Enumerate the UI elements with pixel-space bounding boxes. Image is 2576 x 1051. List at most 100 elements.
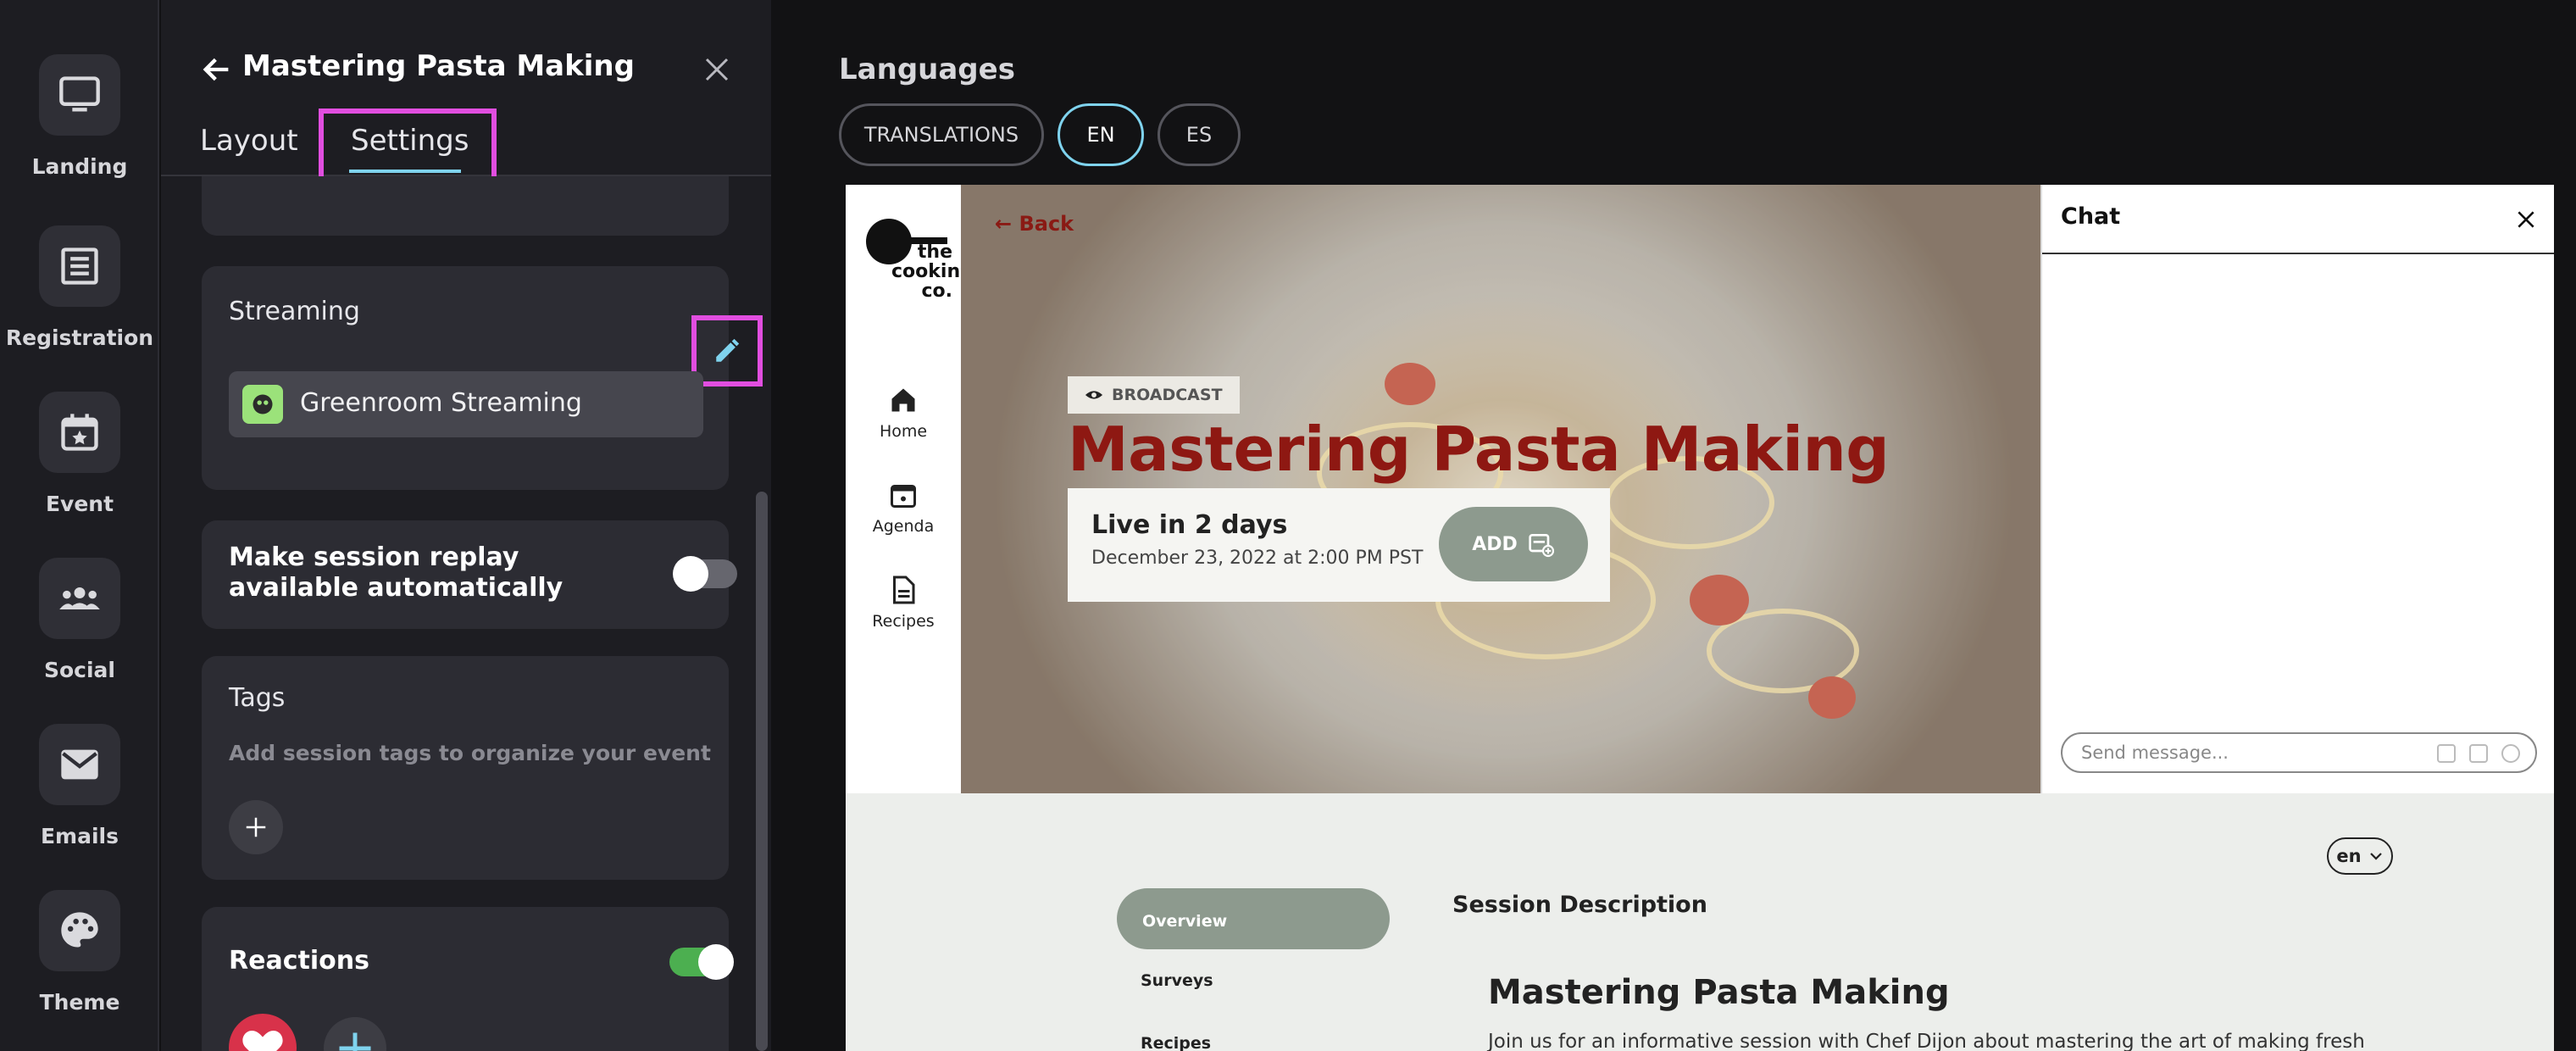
reactions-card: Reactions xyxy=(202,907,734,1051)
session-title: Mastering Pasta Making xyxy=(1068,414,1890,485)
language-select-value: en xyxy=(2336,846,2362,866)
event-page-preview: the cooking co. Home Agenda Recipes ← Ba… xyxy=(846,185,2554,1051)
nav-recipes-label: Recipes xyxy=(872,612,935,631)
back-link[interactable]: ← Back xyxy=(995,212,1074,236)
gif-icon[interactable] xyxy=(2469,744,2488,763)
language-pill-es[interactable]: ES xyxy=(1158,103,1241,166)
calendar-icon xyxy=(891,485,916,508)
add-label: ADD xyxy=(1472,533,1518,555)
rail-button-event[interactable] xyxy=(39,392,120,473)
language-pill-en[interactable]: EN xyxy=(1058,103,1144,166)
nav-home[interactable]: Home xyxy=(846,385,961,441)
toggle-knob xyxy=(673,556,708,592)
chat-panel: Chat Send message... xyxy=(2040,185,2554,793)
session-hero: ← Back BROADCAST Mastering Pasta Making … xyxy=(961,185,2040,793)
nav-agenda-label: Agenda xyxy=(872,517,935,536)
add-reaction-button[interactable] xyxy=(324,1017,386,1051)
toggle-knob xyxy=(698,944,734,980)
rail-item-landing[interactable]: Landing xyxy=(0,54,159,179)
streaming-card: Streaming Greenroom Streaming xyxy=(202,266,763,490)
rail-item-event[interactable]: Event xyxy=(0,392,159,516)
rail-button-emails[interactable] xyxy=(39,724,120,805)
tags-title: Tags xyxy=(229,683,286,713)
live-countdown: Live in 2 days xyxy=(1091,510,1288,540)
add-to-calendar-button[interactable]: ADD xyxy=(1439,507,1588,581)
close-icon[interactable] xyxy=(2515,209,2537,231)
chat-input-icons xyxy=(2437,744,2520,763)
panel-title: Mastering Pasta Making xyxy=(242,49,635,83)
nav-agenda[interactable]: Agenda xyxy=(846,480,961,536)
side-menu-recipes[interactable]: Recipes xyxy=(1141,1034,1211,1051)
rail-button-social[interactable] xyxy=(39,558,120,639)
tags-help-text: Add session tags to organize your event xyxy=(229,741,711,765)
rail-button-landing[interactable] xyxy=(39,54,120,136)
home-icon xyxy=(891,388,915,412)
rail-label-theme: Theme xyxy=(39,990,120,1015)
tab-layout[interactable]: Layout xyxy=(200,124,298,158)
mail-icon xyxy=(61,749,98,780)
session-description-text: Join us for an informative session with … xyxy=(1488,1031,2365,1051)
tags-card: Tags Add session tags to organize your e… xyxy=(202,656,729,880)
form-icon xyxy=(61,247,98,285)
session-settings-panel: Mastering Pasta Making Layout Settings S… xyxy=(161,0,771,1051)
nav-recipes[interactable]: Recipes xyxy=(846,575,961,631)
rail-item-social[interactable]: Social xyxy=(0,558,159,682)
rail-item-emails[interactable]: Emails xyxy=(0,724,159,848)
panel-scrollbar[interactable] xyxy=(756,492,768,1051)
cooking-co-logo: the cooking co. xyxy=(866,219,974,307)
streaming-provider[interactable]: Greenroom Streaming xyxy=(229,371,703,437)
previous-card-edge xyxy=(202,176,729,236)
languages-title: Languages xyxy=(839,53,1015,86)
rail-label-emails: Emails xyxy=(40,824,119,848)
plus-icon xyxy=(246,817,266,837)
rail-button-registration[interactable] xyxy=(39,225,120,307)
translations-button[interactable]: TRANSLATIONS xyxy=(839,103,1044,166)
broadcast-label: BROADCAST xyxy=(1112,386,1223,404)
people-icon xyxy=(59,587,100,609)
greenroom-logo-icon xyxy=(242,385,283,424)
app-sidebar: Landing Registration Event Social Emails… xyxy=(0,0,159,1051)
streaming-provider-name: Greenroom Streaming xyxy=(300,388,582,418)
reactions-toggle[interactable] xyxy=(669,944,734,980)
rail-label-social: Social xyxy=(43,658,115,682)
calendar-star-icon xyxy=(61,414,98,451)
session-date: December 23, 2022 at 2:00 PM PST xyxy=(1091,548,1424,569)
live-info-box: Live in 2 days December 23, 2022 at 2:00… xyxy=(1068,488,1610,602)
eye-icon xyxy=(1085,391,1103,399)
replay-card: Make session replay available automatica… xyxy=(202,520,737,629)
broadcast-badge: BROADCAST xyxy=(1068,376,1240,414)
streaming-title: Streaming xyxy=(229,297,360,326)
chevron-down-icon xyxy=(2369,853,2382,860)
calendar-add-icon xyxy=(1529,534,1554,558)
rail-label-landing: Landing xyxy=(31,154,128,179)
heart-reaction-icon[interactable] xyxy=(229,1014,297,1051)
nav-home-label: Home xyxy=(879,422,928,441)
close-icon[interactable] xyxy=(702,54,732,85)
plus-icon xyxy=(339,1032,371,1051)
replay-label: Make session replay available automatica… xyxy=(229,542,564,603)
rail-label-event: Event xyxy=(45,492,114,516)
site-nav: the cooking co. Home Agenda Recipes xyxy=(846,185,974,793)
replay-toggle[interactable] xyxy=(673,556,737,592)
rail-button-theme[interactable] xyxy=(39,890,120,971)
back-arrow-icon[interactable] xyxy=(200,53,234,86)
language-select[interactable]: en xyxy=(2327,837,2393,875)
side-menu-overview[interactable]: Overview xyxy=(1117,888,1390,949)
chat-placeholder: Send message... xyxy=(2081,742,2229,763)
emoji-icon[interactable] xyxy=(2501,744,2520,763)
chat-header: Chat xyxy=(2042,185,2554,254)
rail-item-theme[interactable]: Theme xyxy=(0,890,159,1015)
palette-icon xyxy=(61,912,98,948)
rail-item-registration[interactable]: Registration xyxy=(0,225,159,350)
monitor-icon xyxy=(59,76,100,112)
pencil-icon xyxy=(716,338,740,362)
panel-header: Mastering Pasta Making Layout Settings xyxy=(161,0,771,202)
rail-label-registration: Registration xyxy=(5,325,154,350)
side-menu-surveys[interactable]: Surveys xyxy=(1141,971,1213,990)
reactions-title: Reactions xyxy=(229,946,369,976)
add-tag-button[interactable] xyxy=(229,800,283,854)
image-icon[interactable] xyxy=(2437,744,2456,763)
chat-message-input[interactable]: Send message... xyxy=(2061,732,2537,773)
chat-title: Chat xyxy=(2061,203,2121,230)
document-icon xyxy=(893,576,915,604)
